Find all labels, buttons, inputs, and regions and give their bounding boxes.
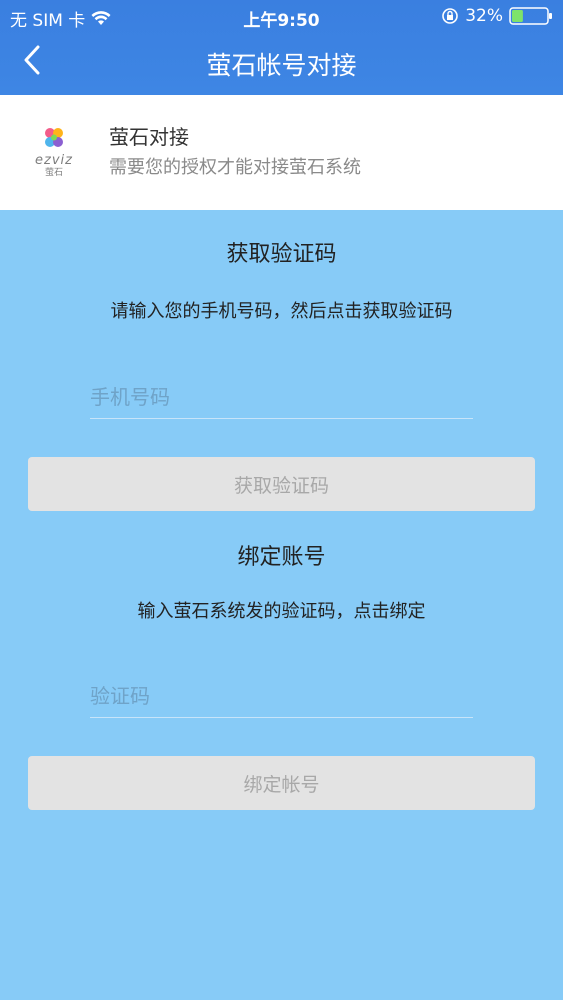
battery-icon — [509, 6, 553, 26]
page-title: 萤石帐号对接 — [206, 51, 357, 80]
phone-input[interactable] — [90, 378, 473, 416]
ezviz-logo: ezviz 萤石 — [18, 115, 90, 187]
rotation-lock-icon — [441, 7, 459, 25]
bind-account-button[interactable]: 绑定帐号 — [28, 756, 535, 810]
get-code-instruction: 请输入您的手机号码，然后点击获取验证码 — [110, 301, 453, 322]
card-subtitle: 需要您的授权才能对接萤石系统 — [109, 157, 361, 178]
logo-wordmark: ezviz — [35, 153, 73, 168]
bind-instruction: 输入萤石系统发的验证码，点击绑定 — [137, 601, 426, 622]
logo-cn-text: 萤石 — [44, 168, 63, 178]
nav-bar: 萤石帐号对接 — [0, 32, 563, 95]
get-code-button[interactable]: 获取验证码 — [28, 457, 535, 511]
get-code-section-title: 获取验证码 — [226, 242, 337, 267]
phone-field[interactable] — [90, 378, 473, 419]
battery-percent: 32% — [465, 6, 503, 26]
bind-section-title: 绑定账号 — [237, 545, 326, 570]
status-bar: 无 SIM 卡 上午9:50 32% — [0, 0, 563, 32]
code-input[interactable] — [90, 677, 473, 715]
ezviz-flower-icon — [45, 128, 63, 147]
card-title: 萤石对接 — [109, 125, 189, 149]
intro-card: ezviz 萤石 萤石对接 需要您的授权才能对接萤石系统 — [0, 95, 563, 210]
code-field[interactable] — [90, 677, 473, 718]
header: 无 SIM 卡 上午9:50 32% 萤石帐号对接 — [0, 0, 563, 95]
